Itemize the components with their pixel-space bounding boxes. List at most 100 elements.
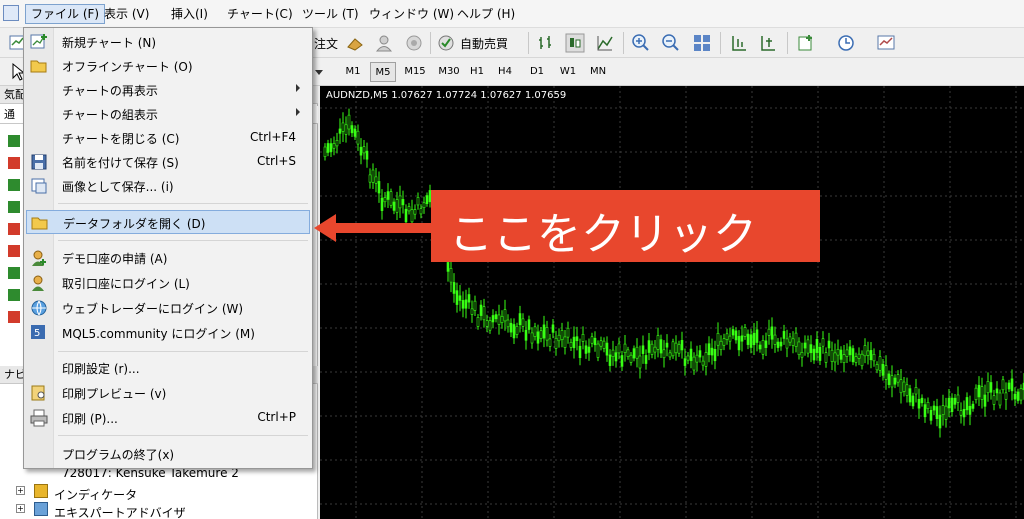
candle-body	[716, 333, 720, 346]
candle-body	[971, 403, 975, 409]
menu-chart-group[interactable]: チャートの組表示	[26, 102, 310, 126]
candle-body	[512, 324, 516, 339]
candle-body	[674, 342, 678, 354]
candle-body	[377, 181, 381, 194]
order-button-label[interactable]: 注文	[314, 35, 338, 52]
tf-h1[interactable]: H1	[466, 62, 488, 82]
candle-body	[584, 345, 588, 354]
menu-login-mql5[interactable]: 5 MQL5.community にログイン (M)	[26, 321, 310, 345]
menu-demo-account[interactable]: デモ口座の申請 (A)	[26, 246, 310, 270]
candle-body	[386, 191, 390, 200]
auto-trade-icon[interactable]	[436, 33, 456, 53]
menu-exit[interactable]: プログラムの終了(x)	[26, 442, 310, 466]
candle-body	[962, 408, 966, 418]
candle-body	[842, 354, 846, 363]
autoscroll-icon[interactable]	[758, 33, 778, 53]
tf-m5[interactable]: M5	[370, 62, 396, 82]
dropdown-arrow-icon[interactable]	[315, 70, 323, 75]
menu-print-setup[interactable]: 印刷設定 (r)...	[26, 356, 310, 380]
menu-login-web-trader[interactable]: ウェブトレーダーにログイン (W)	[26, 296, 310, 320]
candle-body	[545, 327, 549, 341]
indicators-icon[interactable]	[797, 33, 817, 53]
periods-clock-icon[interactable]	[836, 33, 856, 53]
candle-body	[605, 342, 609, 356]
menu-close-chart[interactable]: チャートを閉じる (C) Ctrl+F4	[26, 126, 310, 150]
candle-body	[617, 343, 621, 354]
candle-body	[893, 377, 897, 385]
candle-body	[767, 328, 771, 336]
menu-chart[interactable]: チャート(C)	[222, 4, 298, 24]
candle-body	[476, 316, 480, 327]
candle-body	[803, 342, 807, 349]
menu-print-preview[interactable]: 印刷プレビュー (v)	[26, 381, 310, 405]
zoom-in-icon[interactable]	[631, 33, 651, 53]
menu-open-data-folder[interactable]: データフォルダを開く (D)	[26, 210, 310, 234]
experts-node[interactable]: エキスパートアドバイザ	[54, 504, 186, 519]
demo-account-icon	[30, 249, 48, 267]
candle-body	[698, 350, 702, 358]
candle-body	[896, 374, 900, 383]
app-icon[interactable]	[3, 5, 19, 21]
menu-tools[interactable]: ツール (T)	[297, 4, 364, 24]
menu-save-picture[interactable]: 画像として保存... (i)	[26, 174, 310, 198]
candle-body	[944, 405, 948, 420]
menu-window[interactable]: ウィンドウ (W)	[364, 4, 459, 24]
candle-body	[680, 340, 684, 351]
candle-body	[752, 332, 756, 346]
signal-icon[interactable]	[404, 33, 424, 53]
tf-mn[interactable]: MN	[586, 62, 610, 82]
user-icon[interactable]	[374, 33, 394, 53]
menu-bar: ファイル (F) 表示 (V) 挿入(I) チャート(C) ツール (T) ウィ…	[0, 0, 1024, 28]
zoom-out-icon[interactable]	[661, 33, 681, 53]
menu-view[interactable]: 表示 (V)	[99, 4, 154, 24]
menu-save-as[interactable]: 名前を付けて保存 (S) Ctrl+S	[26, 150, 310, 174]
tf-m1[interactable]: M1	[340, 62, 366, 82]
auto-trade-button[interactable]: 自動売買	[460, 35, 508, 52]
down-arrow-icon	[8, 245, 20, 257]
menu-refresh-chart[interactable]: チャートの再表示	[26, 78, 310, 102]
candle-body	[401, 199, 405, 206]
candle-body	[641, 345, 645, 354]
tf-d1[interactable]: D1	[526, 62, 548, 82]
up-arrow-icon	[8, 201, 20, 213]
chart-shift-icon[interactable]	[729, 33, 749, 53]
menu-insert[interactable]: 挿入(I)	[166, 4, 213, 24]
candle-body	[647, 340, 651, 353]
expand-icon[interactable]: +	[16, 504, 25, 513]
tile-windows-icon[interactable]	[692, 33, 712, 53]
price-chart[interactable]: AUDNZD,M5 1.07627 1.07724 1.07627 1.0765…	[320, 86, 1024, 519]
expand-icon[interactable]: +	[16, 486, 25, 495]
menu-file[interactable]: ファイル (F)	[25, 4, 106, 24]
bar-chart-icon[interactable]	[536, 33, 556, 53]
candle-body	[692, 356, 696, 371]
tf-h4[interactable]: H4	[494, 62, 516, 82]
candle-body	[809, 344, 813, 354]
candle-body	[341, 122, 345, 132]
new-chart-icon	[30, 33, 48, 51]
candle-body	[953, 397, 957, 405]
candlestick-icon[interactable]	[565, 33, 585, 53]
candle-body	[563, 336, 567, 348]
candle-body	[587, 346, 591, 353]
candle-body	[653, 346, 657, 353]
line-chart-icon[interactable]	[595, 33, 615, 53]
candle-body	[479, 304, 483, 316]
indicators-node[interactable]: インディケータ	[54, 486, 137, 503]
candle-body	[761, 340, 765, 355]
tf-m15[interactable]: M15	[400, 62, 430, 82]
menu-new-chart[interactable]: 新規チャート (N)	[26, 30, 310, 54]
menu-print[interactable]: 印刷 (P)... Ctrl+P	[26, 406, 310, 430]
tf-w1[interactable]: W1	[556, 62, 580, 82]
tf-m30[interactable]: M30	[434, 62, 464, 82]
candle-body	[593, 337, 597, 346]
menu-offline-chart[interactable]: オフラインチャート (O)	[26, 54, 310, 78]
history-icon[interactable]	[345, 33, 365, 53]
menu-login-trade[interactable]: 取引口座にログイン (L)	[26, 271, 310, 295]
templates-icon[interactable]	[876, 33, 896, 53]
menu-help[interactable]: ヘルプ (H)	[452, 4, 520, 24]
candle-body	[329, 143, 333, 152]
callout-label: ここをクリック	[431, 190, 820, 262]
candle-body	[710, 347, 714, 356]
candle-body	[848, 346, 852, 356]
candle-body	[839, 349, 843, 360]
